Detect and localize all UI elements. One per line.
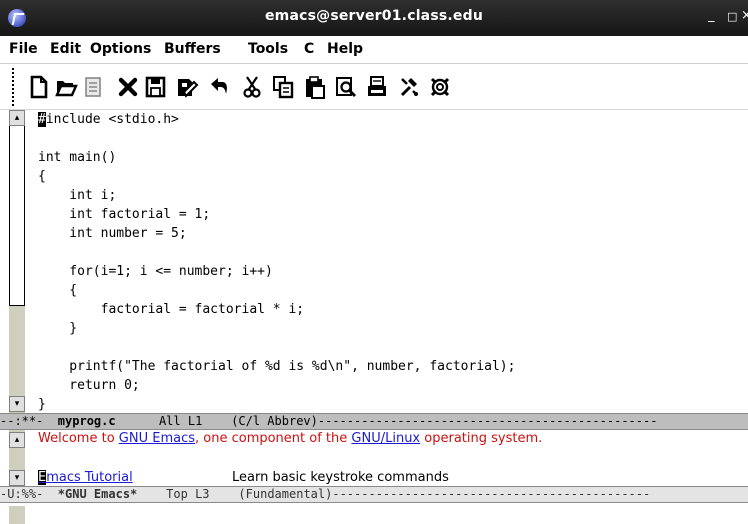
- mode-line-inactive[interactable]: -U:%%- *GNU Emacs* Top L3 (Fundamental)-…: [0, 486, 748, 503]
- title-bar[interactable]: emacs@server01.class.edu _ □ ×: [0, 0, 748, 36]
- code-line: int number = 5;: [38, 226, 187, 241]
- undo-icon[interactable]: [207, 74, 231, 100]
- search-icon[interactable]: [334, 74, 358, 100]
- tutorial-row: Emacs Tutorial Learn basic keystroke com…: [38, 470, 449, 485]
- splash-cursor: E: [38, 470, 47, 485]
- scroll-up-icon[interactable]: ▴: [9, 110, 25, 126]
- buffer-name[interactable]: *GNU Emacs*: [58, 487, 137, 501]
- mode-line-info: All L1 (C/l Abbrev)---------------------…: [115, 414, 658, 428]
- text-cursor: #: [38, 112, 46, 127]
- menu-tools[interactable]: Tools: [248, 41, 288, 57]
- menu-bar: File Edit Options Buffers Tools C Help: [0, 36, 748, 64]
- print-icon[interactable]: [365, 74, 389, 100]
- toolbar: [0, 64, 748, 110]
- scroll-down-icon[interactable]: ▾: [9, 396, 25, 412]
- left-fringe: [0, 110, 9, 414]
- paste-icon[interactable]: [302, 74, 326, 100]
- code-line: factorial = factorial * i;: [38, 302, 305, 317]
- copy-icon[interactable]: [271, 74, 295, 100]
- minibuffer[interactable]: [0, 503, 748, 524]
- menu-help[interactable]: Help: [327, 41, 363, 57]
- menu-c[interactable]: C: [304, 41, 314, 57]
- new-file-icon[interactable]: [27, 74, 51, 100]
- code-line: int main(): [38, 150, 117, 165]
- minimize-button[interactable]: _: [708, 8, 715, 23]
- cancel-icon[interactable]: [116, 74, 140, 100]
- save-as-icon[interactable]: [175, 74, 199, 100]
- minibuffer-scrollbar[interactable]: [9, 506, 25, 524]
- code-buffer[interactable]: #include <stdio.h> int main() { int i; i…: [38, 110, 746, 414]
- open-folder-icon[interactable]: [54, 74, 78, 100]
- mode-line-status: --:**-: [0, 414, 58, 428]
- gnu-emacs-link[interactable]: GNU Emacs: [119, 431, 195, 446]
- menu-edit[interactable]: Edit: [50, 41, 81, 57]
- preferences-icon[interactable]: [397, 74, 421, 100]
- code-line: {: [38, 169, 46, 184]
- welcome-message: Welcome to GNU Emacs, one component of t…: [38, 431, 543, 446]
- code-line: return 0;: [38, 378, 140, 393]
- mode-line-status: -U:%%-: [0, 487, 58, 501]
- cut-icon[interactable]: [240, 74, 264, 100]
- code-line: for(i=1; i <= number; i++): [38, 264, 273, 279]
- splash-scrollbar[interactable]: ▴ ▾: [9, 430, 25, 486]
- scroll-up-icon[interactable]: ▴: [9, 432, 25, 448]
- emacs-tutorial-link[interactable]: Emacs Tutorial: [38, 470, 133, 485]
- gnu-linux-link[interactable]: GNU/Linux: [351, 431, 420, 446]
- menu-options[interactable]: Options: [90, 41, 151, 57]
- buffer-name[interactable]: myprog.c: [58, 414, 116, 428]
- code-line: {: [38, 283, 78, 298]
- window-title: emacs@server01.class.edu: [264, 8, 484, 24]
- menu-buffers[interactable]: Buffers: [164, 41, 221, 57]
- tutorial-description: Learn basic keystroke commands: [232, 470, 449, 485]
- code-line: #include <stdio.h>: [38, 112, 179, 127]
- mode-line-info: Top L3 (Fundamental)--------------------…: [137, 487, 651, 501]
- toolbar-grip[interactable]: [12, 68, 17, 106]
- mode-line-active[interactable]: --:**- myprog.c All L1 (C/l Abbrev)-----…: [0, 413, 748, 430]
- editor-scrollbar-thumb[interactable]: [9, 110, 25, 306]
- close-buffer-icon[interactable]: [81, 74, 105, 100]
- code-line: printf("The factorial of %d is %d\n", nu…: [38, 359, 516, 374]
- code-line: int i;: [38, 188, 117, 203]
- scroll-down-icon[interactable]: ▾: [9, 470, 25, 486]
- menu-file[interactable]: File: [9, 41, 38, 57]
- close-button[interactable]: ×: [741, 8, 748, 23]
- editor-scrollbar[interactable]: ▴ ▾: [9, 110, 25, 414]
- save-icon[interactable]: [143, 74, 167, 100]
- help-icon[interactable]: [428, 74, 452, 100]
- code-line: }: [38, 397, 46, 412]
- code-line: int factorial = 1;: [38, 207, 211, 222]
- code-line: }: [38, 321, 78, 336]
- maximize-button[interactable]: □: [727, 10, 737, 23]
